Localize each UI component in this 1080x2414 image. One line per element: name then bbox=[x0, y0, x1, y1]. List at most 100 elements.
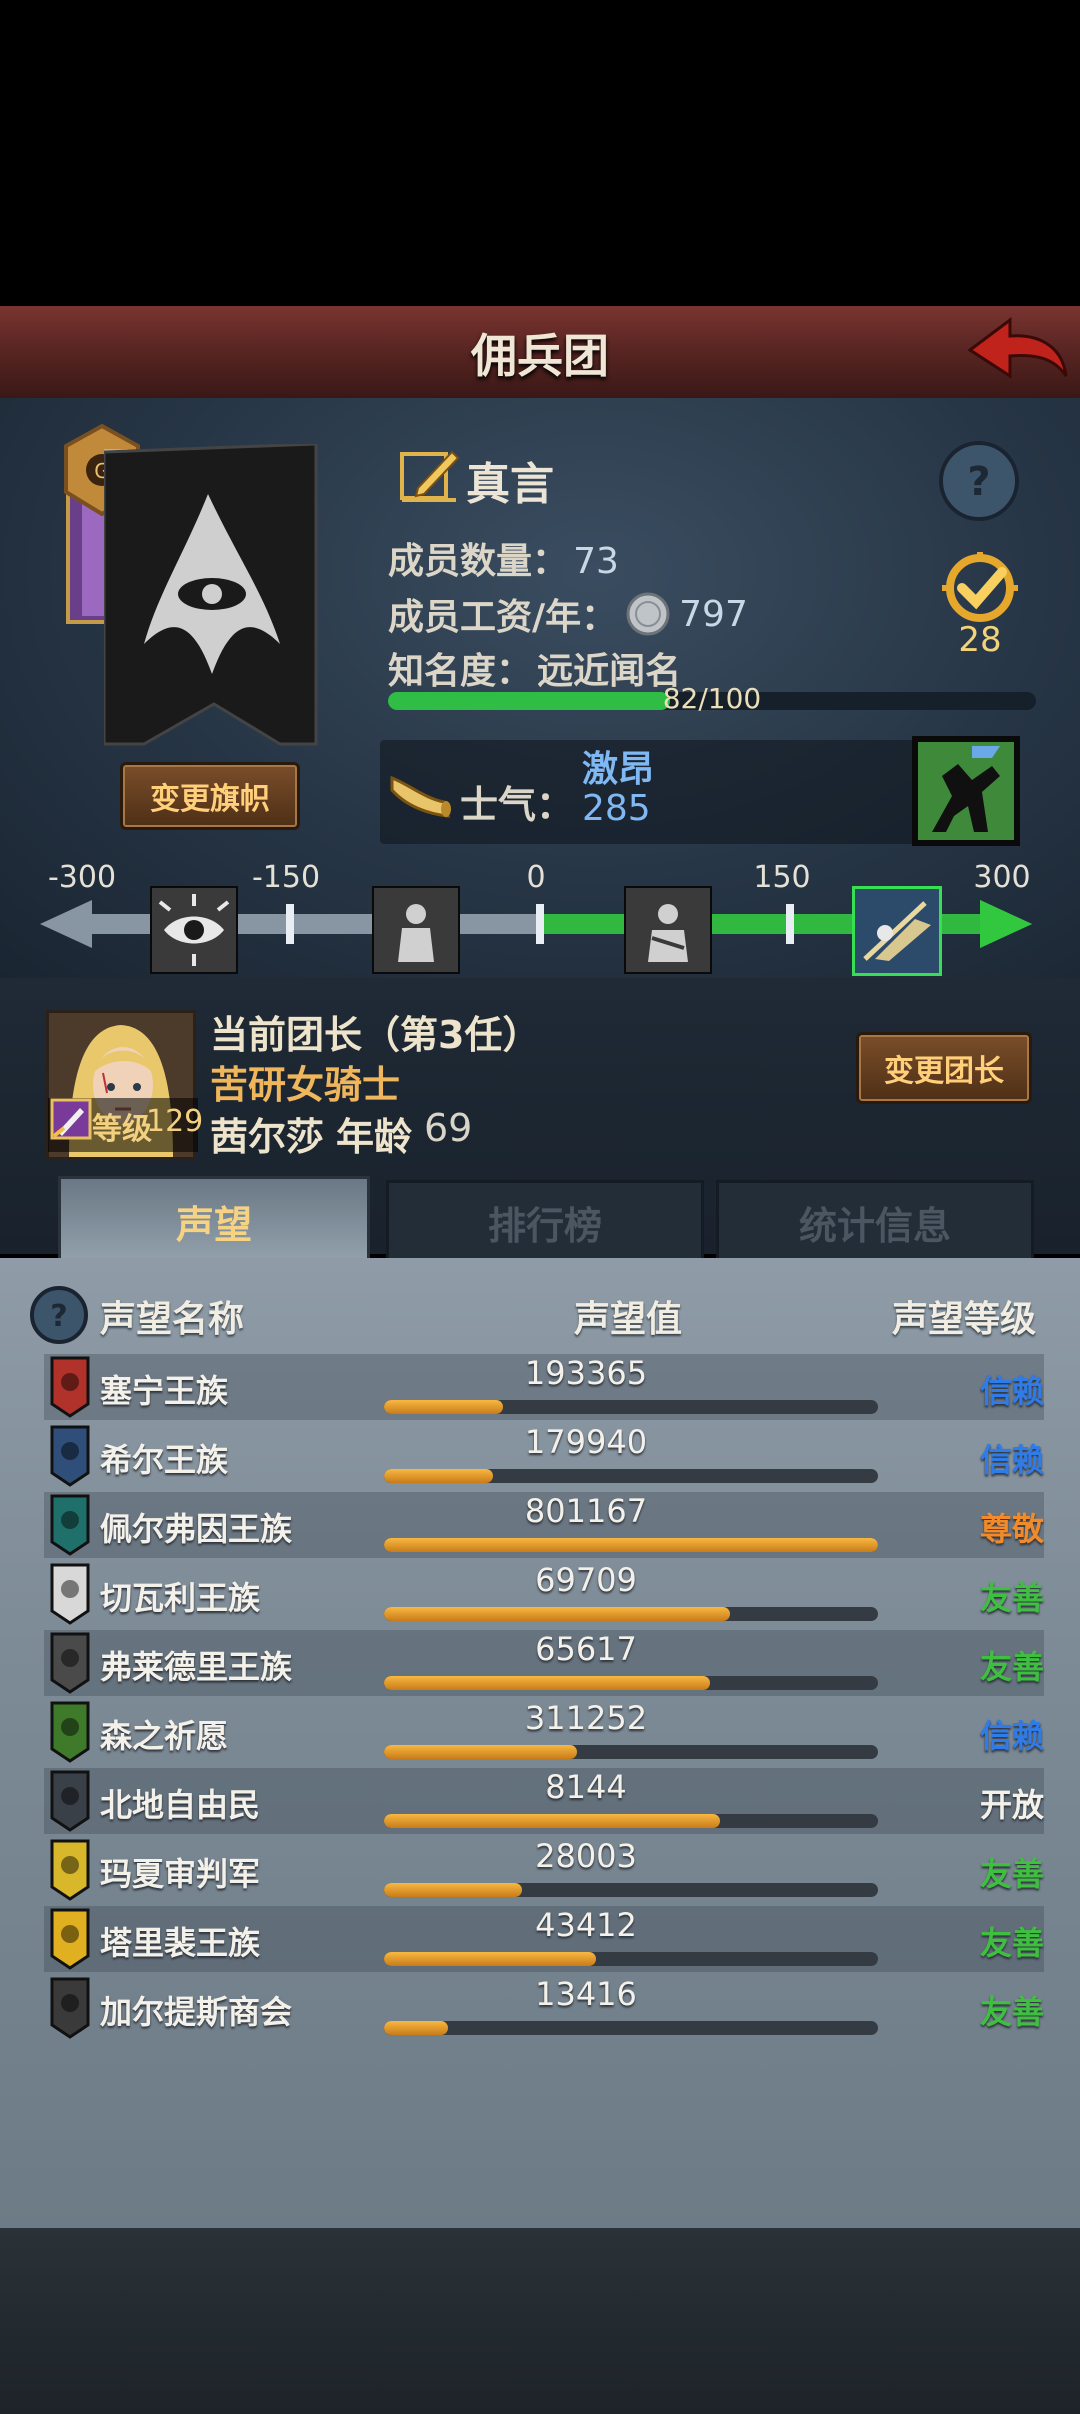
reputation-progress-bar bbox=[384, 1607, 878, 1621]
faction-emblem-icon bbox=[50, 1839, 90, 1901]
faction-name: 希尔王族 bbox=[100, 1441, 229, 1479]
faction-emblem-icon bbox=[50, 1908, 90, 1970]
morale-scale: -300 -150 0 150 300 bbox=[40, 860, 1040, 976]
reputation-row[interactable]: 塔里裴王族 43412 友善 bbox=[44, 1906, 1044, 1972]
reputation-row[interactable]: 切瓦利王族 69709 友善 bbox=[44, 1561, 1044, 1627]
reputation-progress-bar bbox=[384, 1676, 878, 1690]
faction-name: 塞宁王族 bbox=[100, 1372, 229, 1410]
leader-class: 苦研女骑士 bbox=[210, 1063, 401, 1107]
morale-tick-label: 300 bbox=[973, 860, 1031, 895]
reputation-progress-fill bbox=[384, 1400, 503, 1414]
page-title: 佣兵团 bbox=[471, 329, 609, 383]
faction-emblem-icon bbox=[50, 1356, 90, 1418]
morale-label: 士气： bbox=[460, 783, 575, 827]
weapon-class-icon bbox=[50, 1098, 92, 1140]
faction-emblem-icon bbox=[50, 1701, 90, 1763]
member-wage-value: 797 bbox=[679, 593, 748, 635]
faction-name: 佩尔弗因王族 bbox=[100, 1510, 293, 1548]
morale-normal-icon bbox=[624, 886, 712, 974]
reputation-value: 801167 bbox=[524, 1492, 648, 1530]
reputation-progress-bar bbox=[384, 1400, 878, 1414]
reputation-value: 179940 bbox=[524, 1423, 648, 1461]
fame-progress-text: 82/100 bbox=[662, 682, 762, 715]
reputation-row[interactable]: 玛夏审判军 28003 友善 bbox=[44, 1837, 1044, 1903]
reputation-progress-fill bbox=[384, 1676, 711, 1690]
faction-name: 塔里裴王族 bbox=[100, 1924, 261, 1962]
reputation-level: 信赖 bbox=[979, 1372, 1044, 1410]
reputation-progress-fill bbox=[384, 1745, 577, 1759]
faction-name: 切瓦利王族 bbox=[100, 1579, 261, 1617]
guild-info-panel: G 变更旗帜 真言 ? 成员数量： 73 成员工资/年： 797 知名度： 远近… bbox=[0, 398, 1080, 978]
member-count-value: 73 bbox=[573, 541, 619, 582]
member-count-label: 成员数量： bbox=[388, 541, 569, 582]
change-leader-button[interactable]: 变更团长 bbox=[856, 1032, 1032, 1104]
reputation-progress-bar bbox=[384, 1814, 878, 1828]
reputation-row[interactable]: 弗莱德里王族 65617 友善 bbox=[44, 1630, 1044, 1696]
reputation-progress-fill bbox=[384, 1952, 597, 1966]
member-wage-row: 成员工资/年： 797 bbox=[388, 588, 748, 640]
reputation-progress-bar bbox=[384, 1469, 878, 1483]
reputation-level: 信赖 bbox=[979, 1441, 1044, 1479]
help-icon[interactable]: ? bbox=[936, 438, 1022, 524]
morale-despair-icon bbox=[150, 886, 238, 974]
reputation-level: 友善 bbox=[979, 1924, 1044, 1962]
morale-high-icon bbox=[852, 886, 942, 976]
help-icon[interactable]: ? bbox=[28, 1284, 90, 1346]
reputation-value: 69709 bbox=[535, 1561, 637, 1599]
reputation-progress-fill bbox=[384, 1538, 878, 1552]
reputation-progress-fill bbox=[384, 1883, 523, 1897]
faction-emblem-icon bbox=[50, 1632, 90, 1694]
reputation-level: 友善 bbox=[979, 1648, 1044, 1686]
reputation-row[interactable]: 佩尔弗因王族 801167 尊敬 bbox=[44, 1492, 1044, 1558]
reputation-level: 开放 bbox=[979, 1786, 1044, 1824]
reputation-value: 193365 bbox=[524, 1354, 648, 1392]
guild-name: 真言 bbox=[466, 459, 554, 510]
reputation-progress-fill bbox=[384, 1814, 720, 1828]
reputation-level: 友善 bbox=[979, 1855, 1044, 1893]
reputation-progress-bar bbox=[384, 2021, 878, 2035]
horn-icon bbox=[390, 775, 451, 818]
column-header-level: 声望等级 bbox=[892, 1299, 1037, 1340]
morale-low-icon bbox=[372, 886, 460, 974]
reputation-row[interactable]: 北地自由民 8144 开放 bbox=[44, 1768, 1044, 1834]
leader-age-value: 69 bbox=[424, 1106, 473, 1150]
faction-name: 森之祈愿 bbox=[100, 1717, 229, 1755]
guild-banner-icon bbox=[104, 444, 318, 746]
silver-coin-icon bbox=[626, 592, 670, 636]
reputation-level: 信赖 bbox=[979, 1717, 1044, 1755]
faction-emblem-icon bbox=[50, 1770, 90, 1832]
achievement-count: 28 bbox=[958, 620, 1002, 660]
reputation-value: 28003 bbox=[535, 1837, 637, 1875]
morale-tick-label: 0 bbox=[526, 860, 546, 895]
morale-emblem-icon bbox=[912, 736, 1020, 846]
edit-name-icon[interactable] bbox=[398, 444, 460, 504]
reputation-row[interactable]: 加尔提斯商会 13416 友善 bbox=[44, 1975, 1044, 2041]
morale-tick-label: -150 bbox=[251, 860, 321, 895]
bottom-bar bbox=[0, 2228, 1080, 2414]
reputation-progress-fill bbox=[384, 1469, 493, 1483]
svg-text:?: ? bbox=[967, 459, 990, 505]
reputation-row[interactable]: 塞宁王族 193365 信赖 bbox=[44, 1354, 1044, 1420]
member-count-row: 成员数量： 73 bbox=[388, 532, 619, 584]
leader-level-value: 129 bbox=[146, 1104, 204, 1139]
morale-tick-label: 150 bbox=[753, 860, 811, 895]
reputation-value: 65617 bbox=[535, 1630, 637, 1668]
reputation-progress-bar bbox=[384, 1883, 878, 1897]
leader-name: 茜尔莎 bbox=[210, 1115, 325, 1159]
faction-name: 玛夏审判军 bbox=[100, 1855, 261, 1893]
reputation-row[interactable]: 森之祈愿 311252 信赖 bbox=[44, 1699, 1044, 1765]
reputation-value: 311252 bbox=[524, 1699, 648, 1737]
faction-emblem-icon bbox=[50, 1563, 90, 1625]
faction-name: 弗莱德里王族 bbox=[100, 1648, 293, 1686]
tab-reputation[interactable]: 声望 bbox=[58, 1176, 370, 1263]
reputation-progress-bar bbox=[384, 1538, 878, 1552]
leader-age-label: 年龄 bbox=[336, 1115, 413, 1159]
reputation-value: 8144 bbox=[545, 1768, 627, 1806]
change-banner-button[interactable]: 变更旗帜 bbox=[120, 762, 300, 830]
reputation-value: 43412 bbox=[535, 1906, 637, 1944]
faction-emblem-icon bbox=[50, 1977, 90, 2039]
tab-stats[interactable]: 统计信息 bbox=[716, 1180, 1034, 1264]
back-arrow-icon[interactable] bbox=[966, 314, 1070, 390]
reputation-row[interactable]: 希尔王族 179940 信赖 bbox=[44, 1423, 1044, 1489]
tab-ranking[interactable]: 排行榜 bbox=[386, 1180, 704, 1264]
